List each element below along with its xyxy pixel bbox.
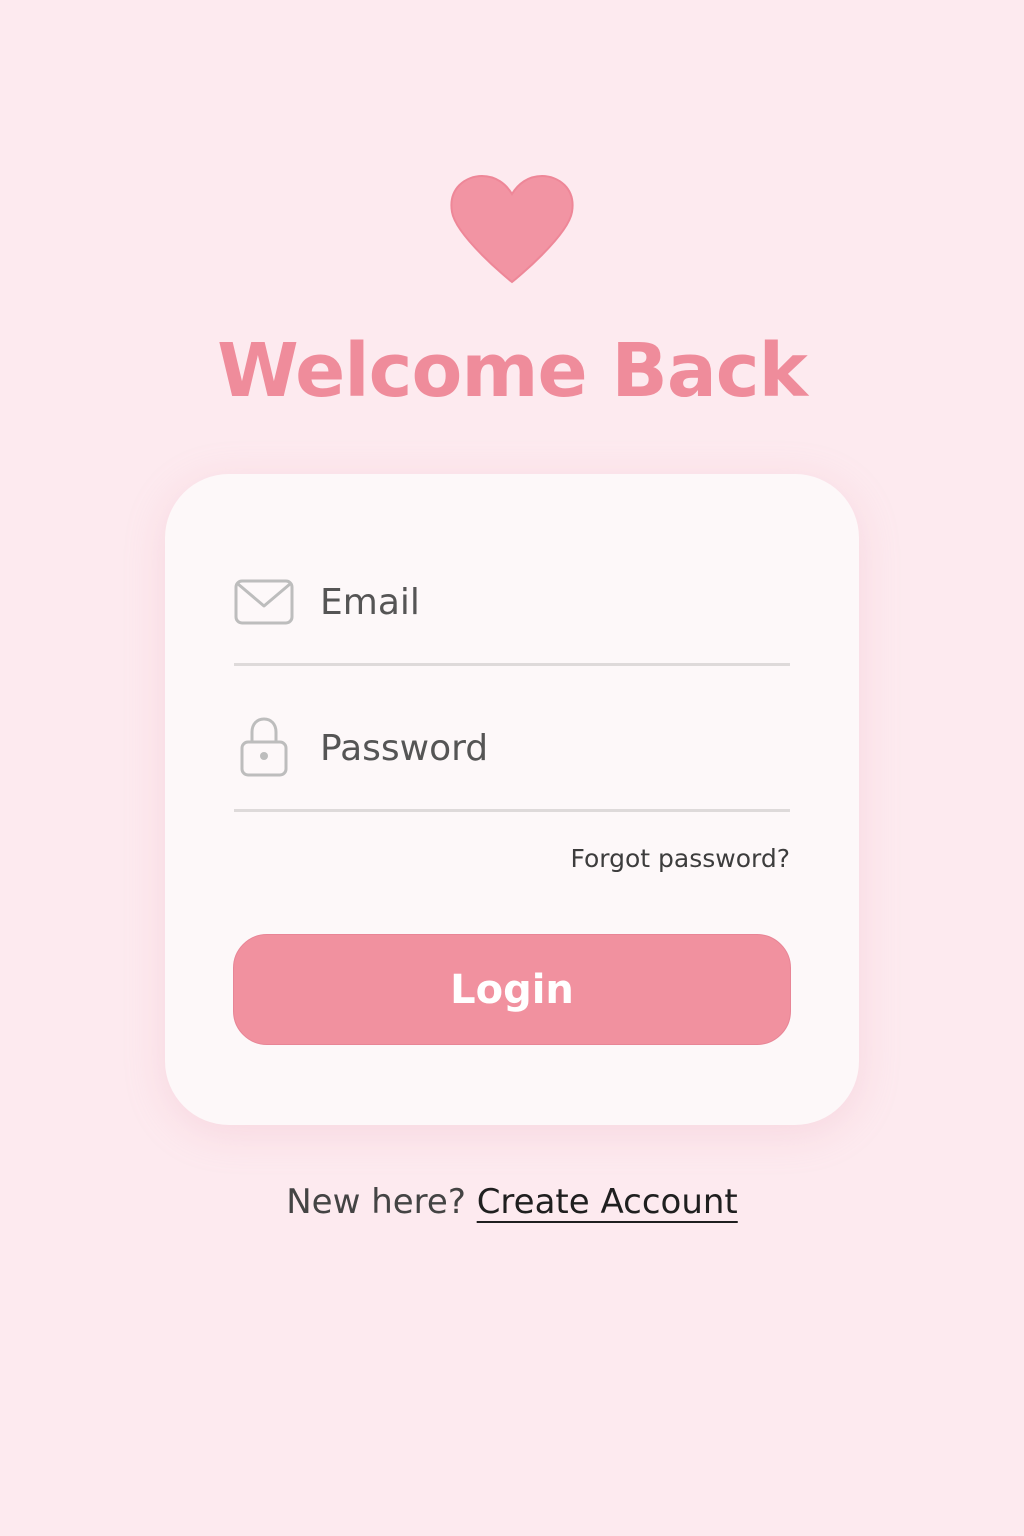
login-button[interactable]: Login bbox=[233, 934, 791, 1045]
create-account-link[interactable]: Create Account bbox=[477, 1182, 738, 1222]
password-input[interactable] bbox=[320, 724, 780, 772]
signup-prompt-text: New here? bbox=[286, 1182, 466, 1222]
heart-icon bbox=[448, 172, 576, 288]
password-field-row bbox=[234, 716, 790, 778]
forgot-password-link[interactable]: Forgot password? bbox=[571, 844, 791, 873]
page-title: Welcome Back bbox=[217, 328, 808, 414]
login-card: Forgot password? Login bbox=[165, 474, 859, 1125]
email-underline bbox=[234, 663, 790, 666]
lock-icon bbox=[234, 716, 294, 778]
envelope-icon bbox=[234, 578, 294, 626]
email-field-row bbox=[234, 572, 790, 632]
signup-prompt: New here? Create Account bbox=[0, 1182, 1024, 1222]
password-underline bbox=[234, 809, 790, 812]
email-input[interactable] bbox=[320, 578, 780, 626]
